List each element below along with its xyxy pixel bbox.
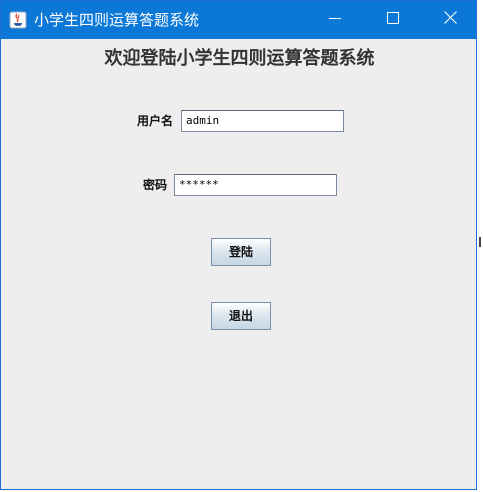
maximize-button[interactable]: [365, 1, 421, 39]
minimize-button[interactable]: [307, 1, 363, 39]
password-input[interactable]: ******: [174, 174, 337, 196]
password-label: 密码: [143, 178, 168, 192]
java-app-icon: [9, 11, 27, 29]
close-button[interactable]: [422, 1, 478, 39]
app-window: 小学生四则运算答题系统 欢迎登陆小学生四则运算答题系统 用户名 admin 密码…: [0, 0, 477, 490]
window-edge-mark: [479, 237, 481, 247]
username-label: 用户名: [137, 114, 174, 128]
exit-button[interactable]: 退出: [211, 302, 271, 330]
window-title: 小学生四则运算答题系统: [34, 11, 200, 29]
maximize-icon: [387, 11, 399, 29]
username-input[interactable]: admin: [181, 110, 344, 132]
close-icon: [443, 11, 457, 29]
title-bar[interactable]: 小学生四则运算答题系统: [1, 1, 476, 39]
minimize-icon: [329, 11, 341, 29]
welcome-heading: 欢迎登陆小学生四则运算答题系统: [104, 48, 375, 69]
login-button[interactable]: 登陆: [211, 238, 271, 266]
